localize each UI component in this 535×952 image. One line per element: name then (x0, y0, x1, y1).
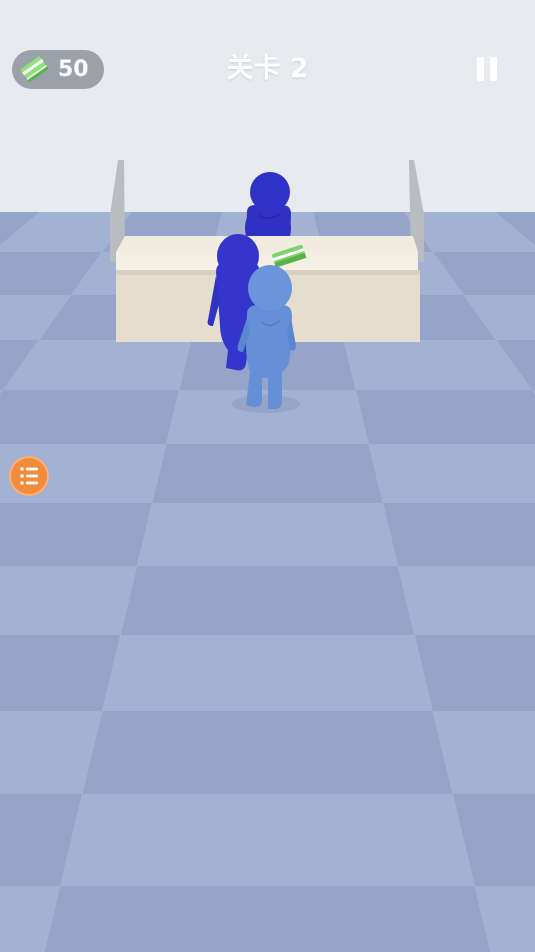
cash-counter[interactable]: 50 (12, 50, 104, 89)
cash-amount: 50 (58, 57, 89, 82)
floor-tile (82, 711, 453, 794)
floor-tile (0, 390, 180, 444)
floor-tile (120, 566, 415, 635)
game-scene (0, 0, 535, 952)
banknote-stack-icon (21, 56, 49, 82)
floor-tile (355, 390, 535, 444)
pause-button[interactable] (470, 50, 506, 88)
floor-tile (0, 503, 153, 566)
floor-tile (44, 886, 491, 952)
floor-tile (152, 444, 383, 503)
floor-tile (382, 503, 535, 566)
floor-tile (102, 635, 433, 711)
list-menu-button[interactable] (9, 456, 49, 496)
floor-tile (0, 566, 138, 635)
floor-tile (137, 503, 398, 566)
floor-tile (368, 444, 535, 503)
list-menu-icon (20, 467, 38, 485)
floor-tile (397, 566, 535, 635)
floor-tile (414, 635, 535, 711)
floor-tile (0, 635, 121, 711)
floor-tile (60, 794, 475, 886)
